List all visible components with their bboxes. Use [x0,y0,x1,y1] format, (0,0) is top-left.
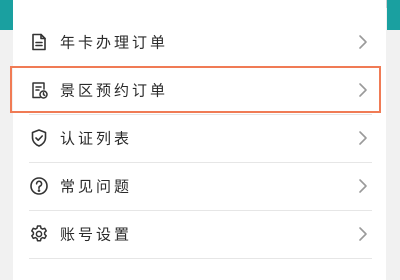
divider [29,258,372,259]
menu-item-account-settings[interactable]: 账号设置 [13,210,386,258]
chevron-right-icon [358,82,368,98]
gear-icon [29,224,49,244]
chevron-right-icon [358,34,368,50]
menu-item-annual-card-orders[interactable]: 年卡办理订单 [13,18,386,66]
chevron-right-icon [358,226,368,242]
calendar-clock-icon [29,80,49,100]
chevron-right-icon [358,130,368,146]
menu-item-label: 常见问题 [60,177,133,196]
menu-item-label: 景区预约订单 [60,81,169,100]
menu-item-label: 认证列表 [60,129,133,148]
menu-item-label: 账号设置 [60,225,133,244]
menu-item-faq[interactable]: 常见问题 [13,162,386,210]
menu-item-label: 年卡办理订单 [60,33,169,52]
right-accent-edge [387,0,400,30]
left-accent-edge [0,0,13,30]
menu-card: 年卡办理订单 景区预约订单 认证列表 常见问题 账号设置 [13,0,386,280]
menu-item-scenic-reservation-orders[interactable]: 景区预约订单 [13,66,386,114]
chevron-right-icon [358,178,368,194]
menu-item-certification-list[interactable]: 认证列表 [13,114,386,162]
question-circle-icon [29,176,49,196]
document-icon [29,32,49,52]
shield-check-icon [29,128,49,148]
